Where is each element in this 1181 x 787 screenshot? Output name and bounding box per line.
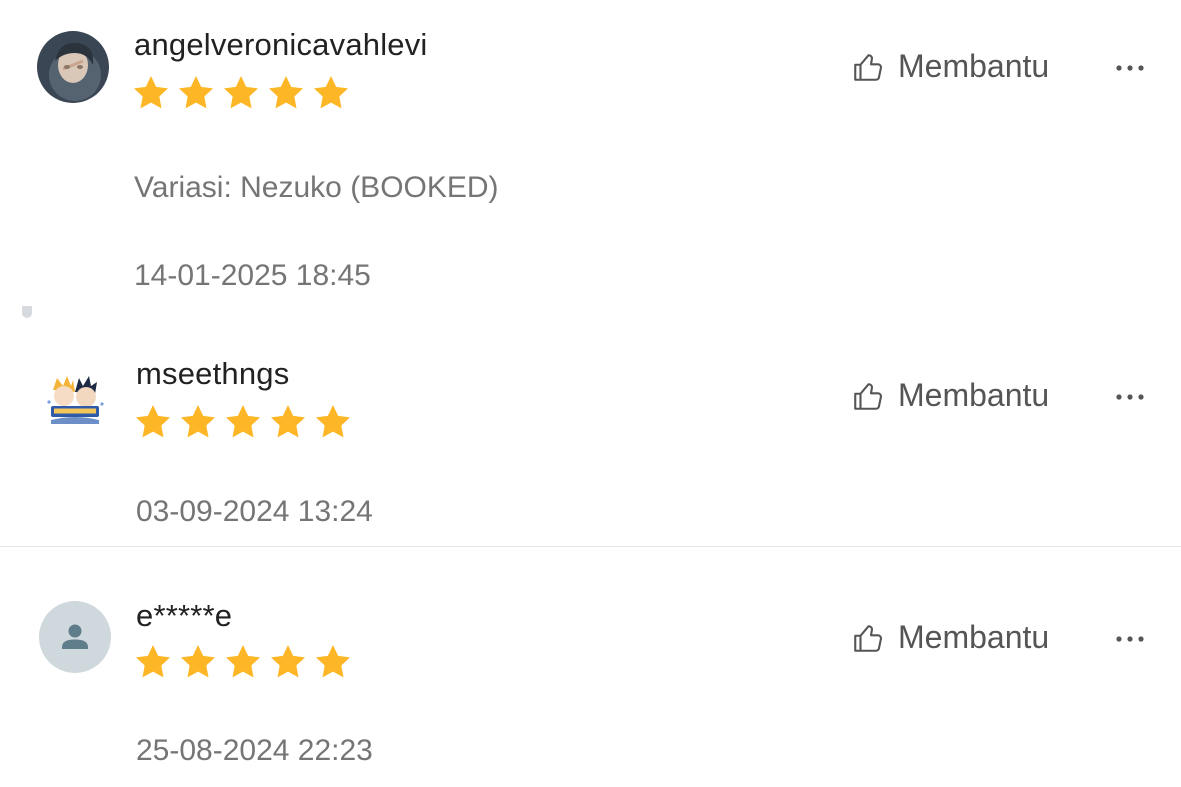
more-options-button[interactable] <box>1108 627 1152 651</box>
more-dots-icon <box>1116 65 1144 71</box>
helpful-label: Membantu <box>898 377 1050 413</box>
star-rating <box>133 642 353 682</box>
default-user-icon <box>39 601 111 673</box>
helpful-button[interactable]: Membantu <box>850 377 1049 414</box>
review-timestamp: 03-09-2024 13:24 <box>136 495 373 528</box>
star-icon <box>181 645 215 678</box>
helpful-label: Membantu <box>898 619 1050 655</box>
star-rating <box>133 402 353 442</box>
review-timestamp: 14-01-2025 18:45 <box>134 259 371 292</box>
reviewer-username[interactable]: e*****e <box>136 598 232 634</box>
reviewer-username[interactable]: angelveronicavahlevi <box>134 27 428 63</box>
star-icon <box>179 76 213 109</box>
more-options-button[interactable] <box>1108 385 1152 409</box>
more-options-button[interactable] <box>1108 56 1152 80</box>
helpful-button[interactable]: Membantu <box>850 619 1049 656</box>
star-icon <box>136 645 170 678</box>
star-icon <box>134 76 168 109</box>
reviewer-username[interactable]: mseethngs <box>136 356 289 392</box>
helpful-button[interactable]: Membantu <box>850 48 1049 85</box>
avatar[interactable] <box>39 601 111 673</box>
review-item: mseethngs 03-09-2024 13:24 Membantu <box>0 330 1181 546</box>
review-item: e*****e 25-08-2024 22:23 Membantu <box>0 548 1181 787</box>
star-icon <box>271 405 305 438</box>
star-icon <box>226 645 260 678</box>
star-icon <box>181 405 215 438</box>
user-photo-avatar-icon <box>37 31 109 103</box>
more-dots-icon <box>1116 636 1144 642</box>
review-timestamp: 25-08-2024 22:23 <box>136 734 373 767</box>
star-icon <box>224 76 258 109</box>
anime-avatar-icon <box>39 364 111 436</box>
product-variation: Variasi: Nezuko (BOOKED) <box>134 171 499 204</box>
thumbs-up-icon <box>854 53 882 81</box>
review-list: angelveronicavahlevi Variasi: Nezuko (BO… <box>0 0 1181 787</box>
more-dots-icon <box>1116 394 1144 400</box>
star-rating <box>131 73 351 113</box>
helpful-label: Membantu <box>898 48 1050 84</box>
star-icon <box>316 645 350 678</box>
star-icon <box>316 405 350 438</box>
star-icon <box>226 405 260 438</box>
star-icon <box>271 645 305 678</box>
review-divider <box>0 546 1181 547</box>
star-icon <box>314 76 348 109</box>
avatar[interactable] <box>37 31 109 103</box>
star-icon <box>269 76 303 109</box>
avatar[interactable] <box>39 364 111 436</box>
thumbs-up-icon <box>854 624 882 652</box>
review-item: angelveronicavahlevi Variasi: Nezuko (BO… <box>0 0 1181 320</box>
star-icon <box>136 405 170 438</box>
thumbs-up-icon <box>854 382 882 410</box>
